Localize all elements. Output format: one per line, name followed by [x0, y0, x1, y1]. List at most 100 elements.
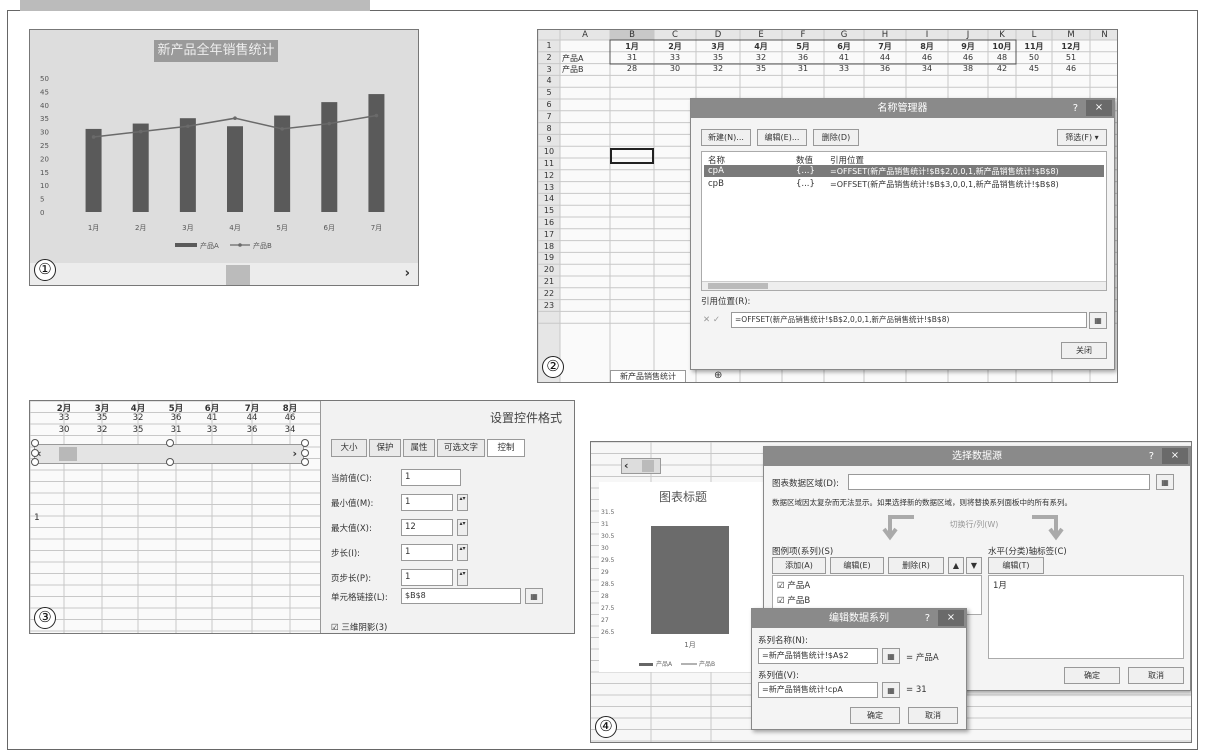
- field-input[interactable]: 1: [401, 569, 453, 586]
- tab-1[interactable]: 保护: [369, 439, 401, 457]
- new-button[interactable]: 新建(N)...: [701, 129, 751, 146]
- month-header[interactable]: 9月: [948, 41, 988, 52]
- row-header[interactable]: 17: [538, 229, 560, 240]
- sheet-tab[interactable]: 新产品销售统计: [610, 370, 686, 382]
- cell-value-a[interactable]: 44: [237, 413, 267, 423]
- column-header[interactable]: M: [1052, 30, 1090, 40]
- column-header[interactable]: H: [864, 30, 906, 40]
- series-name-input[interactable]: =新产品销售统计!$A$2: [758, 648, 878, 664]
- tab-4[interactable]: 控制: [487, 439, 525, 457]
- row-header[interactable]: 13: [538, 182, 560, 193]
- collapse-icon[interactable]: ▦: [882, 648, 900, 664]
- column-header[interactable]: L: [1016, 30, 1052, 40]
- ok-button[interactable]: 确定: [850, 707, 900, 724]
- scroll-left-icon[interactable]: ‹: [624, 459, 629, 472]
- collapse-icon[interactable]: ▦: [1156, 474, 1174, 490]
- month-header[interactable]: 10月: [988, 41, 1016, 52]
- cell-value-a[interactable]: 32: [123, 413, 153, 423]
- row-header[interactable]: 10: [538, 146, 560, 157]
- tab-0[interactable]: 大小: [331, 439, 367, 457]
- cell-value-a[interactable]: 35: [87, 413, 117, 423]
- column-header[interactable]: J: [948, 30, 988, 40]
- spinner-icon[interactable]: ▴▾: [457, 569, 468, 586]
- refers-to-input[interactable]: =OFFSET(新产品销售统计!$B$2,0,0,1,新产品销售统计!$B$8): [731, 312, 1087, 328]
- spinner-icon[interactable]: ▴▾: [457, 519, 468, 536]
- row-header[interactable]: 23: [538, 300, 560, 311]
- row-header[interactable]: 3: [538, 64, 560, 75]
- cell-value-b[interactable]: 34: [906, 64, 948, 73]
- spinner-icon[interactable]: ▴▾: [457, 544, 468, 561]
- month-header[interactable]: 8月: [906, 41, 948, 52]
- cell-value-a[interactable]: 35: [696, 53, 740, 62]
- selection-handles[interactable]: [30, 429, 330, 509]
- tab-2[interactable]: 属性: [403, 439, 435, 457]
- column-header[interactable]: N: [1090, 30, 1117, 40]
- column-header[interactable]: F: [782, 30, 824, 40]
- add-sheet-icon[interactable]: ⊕: [714, 370, 722, 381]
- cell-value-a[interactable]: 36: [161, 413, 191, 423]
- cell-value-a[interactable]: 36: [782, 53, 824, 62]
- month-header[interactable]: 7月: [864, 41, 906, 52]
- cell-value-a[interactable]: 33: [49, 413, 79, 423]
- field-input[interactable]: 12: [401, 519, 453, 536]
- month-header[interactable]: 12月: [1052, 41, 1090, 52]
- row-header[interactable]: 15: [538, 205, 560, 216]
- cell-value-a[interactable]: 41: [197, 413, 227, 423]
- close-button[interactable]: 关闭: [1061, 342, 1107, 359]
- row-header[interactable]: 8: [538, 123, 560, 134]
- remove-series-button[interactable]: 删除(R): [888, 557, 944, 574]
- month-header[interactable]: 5月: [782, 41, 824, 52]
- cell-value-b[interactable]: 31: [782, 64, 824, 73]
- row-label-b[interactable]: 产品B: [562, 64, 584, 75]
- row-header[interactable]: 21: [538, 276, 560, 287]
- scroll-thumb[interactable]: [226, 265, 250, 285]
- month-header[interactable]: 11月: [1016, 41, 1052, 52]
- horizontal-scrollbar[interactable]: ›: [30, 263, 418, 285]
- row-header[interactable]: 11: [538, 158, 560, 169]
- cell-value-b[interactable]: 35: [740, 64, 782, 73]
- row-header[interactable]: 2: [538, 52, 560, 63]
- help-icon[interactable]: ?: [1149, 448, 1154, 465]
- series-item[interactable]: ☑ 产品B: [777, 594, 810, 606]
- column-header[interactable]: I: [906, 30, 948, 40]
- cell-link-input[interactable]: $B$8: [401, 588, 521, 604]
- collapse-icon[interactable]: ▦: [882, 682, 900, 698]
- help-icon[interactable]: ?: [925, 610, 930, 627]
- cell-value-b[interactable]: 45: [1016, 64, 1052, 73]
- field-input[interactable]: 1: [401, 544, 453, 561]
- row-header[interactable]: 18: [538, 241, 560, 252]
- cell-value-a[interactable]: 31: [610, 53, 654, 62]
- help-icon[interactable]: ?: [1073, 100, 1078, 117]
- month-header[interactable]: 3月: [696, 41, 740, 52]
- shading-checkbox[interactable]: ☑ 三维阴影(3): [331, 621, 387, 633]
- month-header[interactable]: 6月: [824, 41, 864, 52]
- scrollbar-control[interactable]: ‹: [621, 458, 661, 474]
- cell-value-a[interactable]: 46: [948, 53, 988, 62]
- cancel-button[interactable]: 取消: [1128, 667, 1184, 684]
- spinner-icon[interactable]: ▴▾: [457, 494, 468, 511]
- cell-value-b[interactable]: 33: [824, 64, 864, 73]
- cancel-button[interactable]: 取消: [908, 707, 958, 724]
- cell-value-b[interactable]: 42: [988, 64, 1016, 73]
- row-label-a[interactable]: 产品A: [562, 53, 583, 64]
- row-header[interactable]: 12: [538, 170, 560, 181]
- filter-button[interactable]: 筛选(F) ▾: [1057, 129, 1107, 146]
- column-header[interactable]: A: [560, 30, 610, 40]
- cell-value-a[interactable]: 50: [1016, 53, 1052, 62]
- list-scrollbar[interactable]: [702, 281, 1106, 290]
- cell-value-a[interactable]: 44: [864, 53, 906, 62]
- name-cpB[interactable]: cpB: [708, 179, 724, 189]
- column-header[interactable]: E: [740, 30, 782, 40]
- column-header[interactable]: K: [988, 30, 1016, 40]
- cell-value-b[interactable]: 32: [696, 64, 740, 73]
- cell-value-a[interactable]: 33: [654, 53, 696, 62]
- close-icon[interactable]: ×: [938, 610, 964, 626]
- column-header[interactable]: B: [610, 30, 654, 40]
- cell-value-a[interactable]: 46: [275, 413, 305, 423]
- close-icon[interactable]: ×: [1086, 100, 1112, 116]
- row-header[interactable]: 16: [538, 217, 560, 228]
- delete-button[interactable]: 删除(D): [813, 129, 859, 146]
- edit-axis-button[interactable]: 编辑(T): [988, 557, 1044, 574]
- row-header[interactable]: 9: [538, 134, 560, 145]
- row-header[interactable]: 4: [538, 75, 560, 86]
